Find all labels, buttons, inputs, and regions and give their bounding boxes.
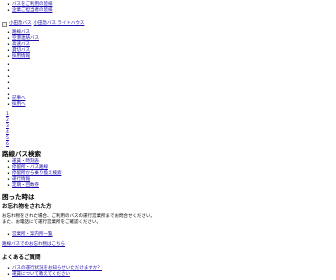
sub-link-recruit[interactable]: 採用へ bbox=[0, 102, 26, 108]
sub-links: 記事へ 採用へ bbox=[0, 96, 26, 108]
faq-list: バスの運行状況をお知らせいただけますか？ 運賃について教えてください bbox=[0, 266, 102, 278]
empty-list bbox=[0, 62, 12, 98]
top-link-corporate[interactable]: 企業ご担当者の皆様 bbox=[0, 8, 53, 14]
numbered-item[interactable]: 6 bbox=[0, 142, 12, 148]
site-title[interactable]: 小田急バス 小田急バス ライトハウス bbox=[9, 21, 84, 27]
logo-icon[interactable] bbox=[2, 22, 7, 27]
lost-items-heading: お忘れ物をされた方 bbox=[2, 204, 52, 210]
office-link[interactable]: 営業所・案内所一覧 bbox=[0, 232, 53, 238]
nav-item-recruit[interactable]: 採用情報 bbox=[0, 54, 39, 60]
trouble-heading: 困った時は bbox=[2, 193, 35, 201]
numbered-list: 1 2 3 4 5 6 bbox=[0, 112, 12, 148]
faq-item-fare[interactable]: 運賃について教えてください bbox=[0, 272, 102, 278]
route-search-heading: 路線バス検索 bbox=[2, 150, 41, 158]
lost-items-text-2: また、お電話にて運行営業所をご確認ください。 bbox=[2, 220, 101, 225]
faq-heading: よくあるご質問 bbox=[2, 255, 41, 261]
office-list: 営業所・案内所一覧 bbox=[0, 232, 53, 238]
top-links: バスをご利用の皆様 企業ご担当者の皆様 bbox=[0, 2, 53, 14]
main-nav: 路線バス 空港連絡バス 高速バス 貸切バス 採用情報 bbox=[0, 30, 39, 60]
route-search-pass[interactable]: 定期・回数券 bbox=[0, 183, 62, 189]
route-search-list: 運賃・時刻表 停留所・バス路線 停留所から乗り換え検索 運行情報 定期・回数券 bbox=[0, 159, 62, 189]
lost-items-more-link[interactable]: 路線バスでのお忘れ物はこちら bbox=[2, 242, 65, 248]
